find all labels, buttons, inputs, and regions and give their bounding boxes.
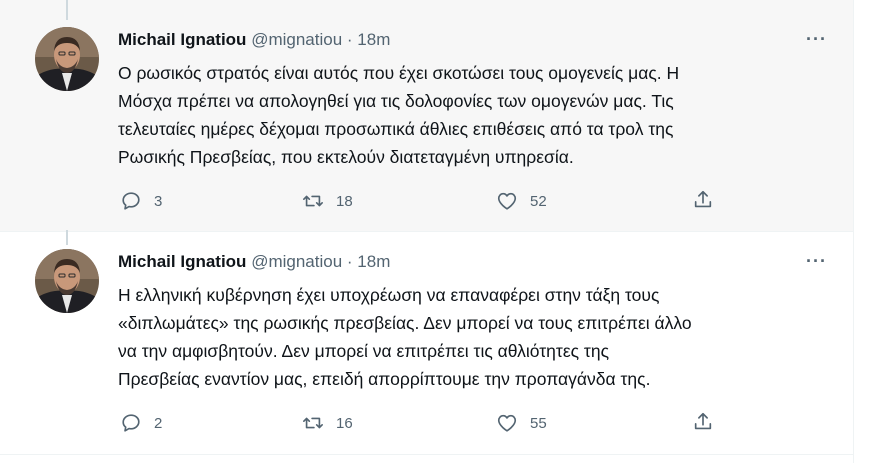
like-icon	[497, 414, 517, 432]
tweet-text: Ο ρωσικός στρατός είναι αυτός που έχει σ…	[118, 59, 828, 171]
like-count: 55	[530, 414, 547, 432]
tweet-text-line: Πρεσβείας εναντίον μας, επειδή απορρίπτο…	[118, 369, 651, 389]
tweet-text-line: να την αμφισβητούν. Δεν μπορεί να επιτρέ…	[118, 341, 610, 361]
avatar[interactable]	[35, 27, 99, 91]
avatar[interactable]	[35, 249, 99, 313]
tweet[interactable]: Michail Ignatiou @mignatiou · 18m ··· Η …	[0, 233, 853, 455]
like-button[interactable]: 52	[496, 190, 547, 212]
timestamp[interactable]: 18m	[357, 252, 390, 271]
author-handle[interactable]: @mignatiou	[251, 30, 342, 49]
retweet-count: 16	[336, 414, 353, 432]
tweet-header: Michail Ignatiou @mignatiou · 18m	[118, 30, 390, 50]
tweet-text-line: Ρωσικής Πρεσβείας, που εκτελούν διατεταγ…	[118, 147, 574, 167]
timeline-border	[853, 0, 854, 463]
more-label: ···	[806, 251, 827, 271]
author-name[interactable]: Michail Ignatiou	[118, 30, 246, 49]
share-icon	[694, 412, 712, 430]
more-icon[interactable]: ···	[806, 252, 828, 270]
separator: ·	[346, 252, 353, 271]
reply-count: 2	[154, 414, 163, 432]
share-button[interactable]	[692, 189, 714, 211]
tweet-text-line: Η ελληνική κυβέρνηση έχει υποχρέωση να ε…	[118, 285, 660, 305]
tweet-text-line: Μόσχα πρέπει να απολογηθεί για τις δολοφ…	[118, 91, 674, 111]
timestamp[interactable]: 18m	[357, 30, 390, 49]
share-button[interactable]	[692, 411, 714, 433]
reply-button[interactable]: 2	[120, 412, 162, 434]
separator: ·	[346, 30, 353, 49]
tweet-text-line: «διπλωμάτες» της ρωσικής πρεσβείας. Δεν …	[118, 313, 692, 333]
tweet-text-line: Ο ρωσικός στρατός είναι αυτός που έχει σ…	[118, 63, 680, 83]
thread-line	[66, 233, 68, 245]
retweet-button[interactable]: 18	[302, 190, 353, 212]
retweet-icon	[303, 195, 323, 207]
retweet-icon	[303, 417, 323, 429]
more-label: ···	[806, 29, 827, 49]
author-name[interactable]: Michail Ignatiou	[118, 252, 246, 271]
share-icon	[694, 190, 712, 208]
retweet-button[interactable]: 16	[302, 412, 353, 434]
tweet-header: Michail Ignatiou @mignatiou · 18m	[118, 252, 390, 272]
tweet-text: Η ελληνική κυβέρνηση έχει υποχρέωση να ε…	[118, 281, 828, 393]
tweet[interactable]: Michail Ignatiou @mignatiou · 18m ··· Ο …	[0, 0, 853, 233]
like-button[interactable]: 55	[496, 412, 547, 434]
author-handle[interactable]: @mignatiou	[251, 252, 342, 271]
reply-count: 3	[154, 192, 163, 210]
reply-button[interactable]: 3	[120, 190, 162, 212]
tweet-text-line: τελευταίες ημέρες δέχομαι προσωπικά άθλι…	[118, 119, 674, 139]
reply-icon	[122, 192, 140, 210]
retweet-count: 18	[336, 192, 353, 210]
like-count: 52	[530, 192, 547, 210]
reply-icon	[122, 414, 140, 432]
thread-line	[66, 0, 68, 20]
like-icon	[497, 192, 517, 210]
more-icon[interactable]: ···	[806, 30, 828, 48]
